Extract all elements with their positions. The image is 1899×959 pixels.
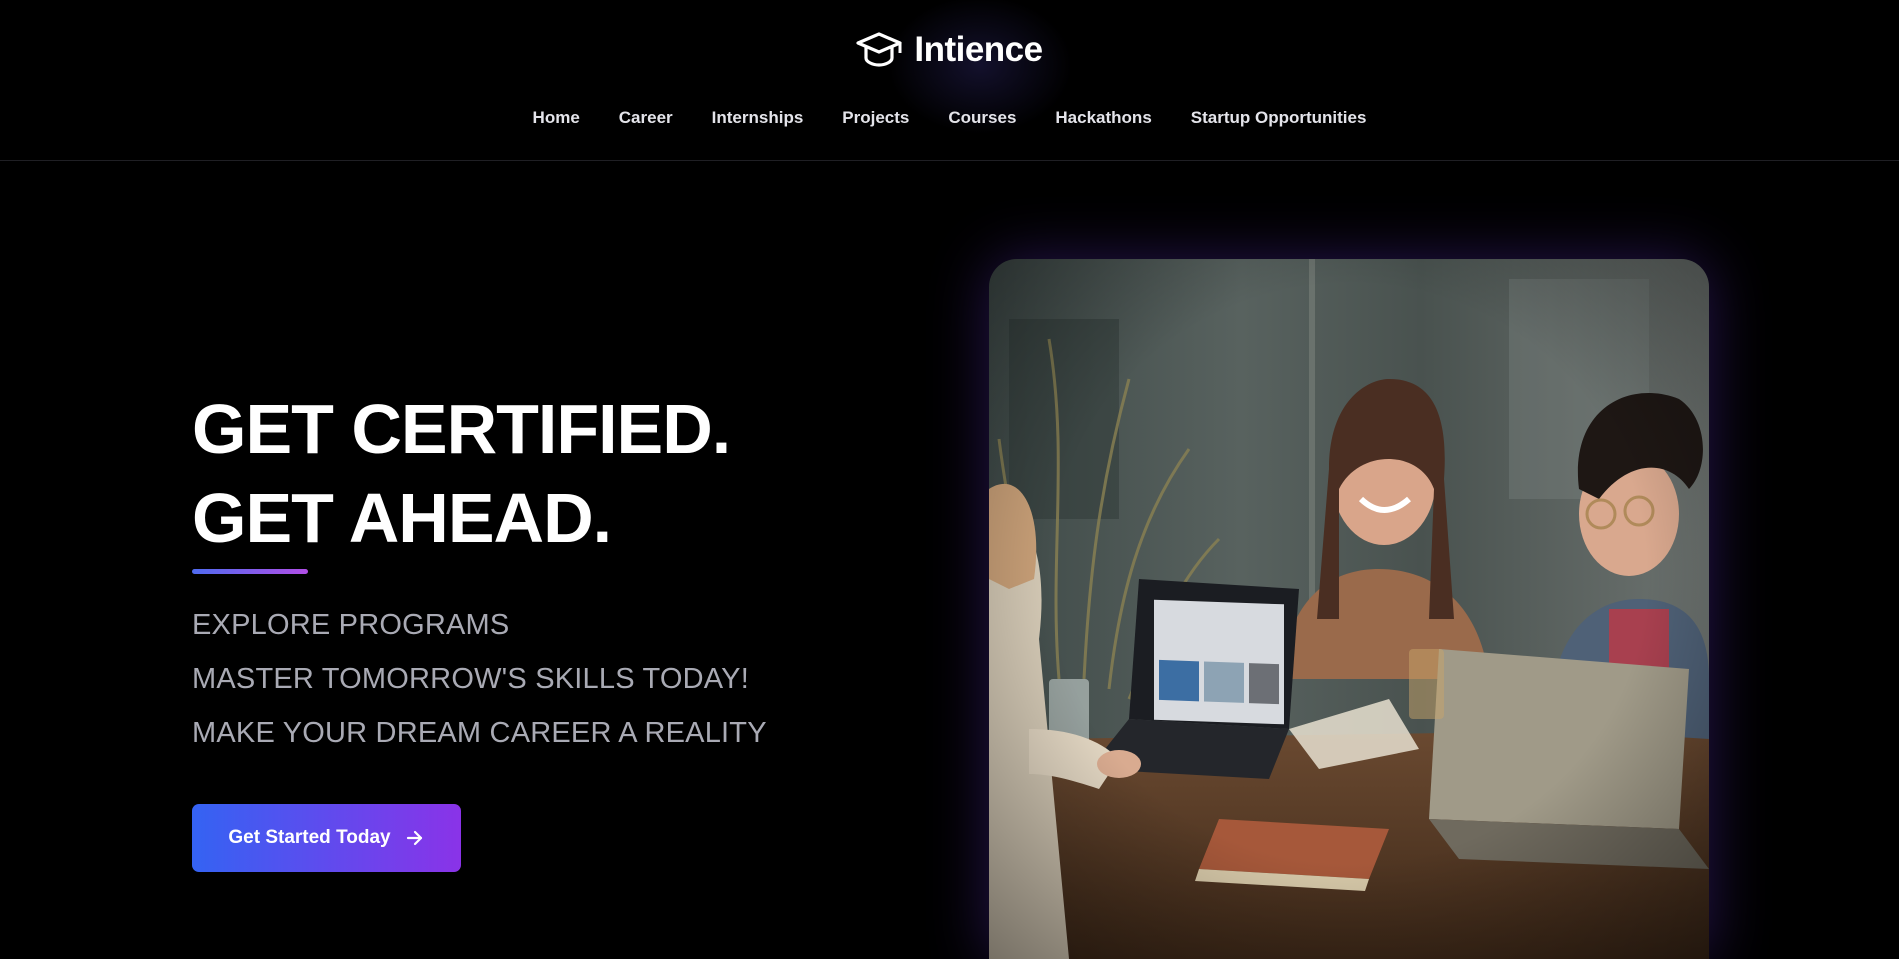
nav-item-projects[interactable]: Projects	[842, 108, 909, 128]
tagline-master-skills: MASTER TOMORROW'S SKILLS TODAY!	[192, 663, 749, 695]
accent-underline	[192, 569, 308, 574]
hero-image-illustration	[989, 259, 1709, 959]
hero-headline: GET CERTIFIED. GET AHEAD.	[192, 385, 832, 563]
nav-item-internships[interactable]: Internships	[712, 108, 804, 128]
nav-item-startup-opportunities[interactable]: Startup Opportunities	[1191, 108, 1367, 128]
hero-image	[989, 259, 1709, 959]
brand-name: Intience	[914, 30, 1043, 69]
brand-logo[interactable]: Intience	[0, 0, 1899, 140]
arrow-right-icon	[405, 828, 425, 848]
get-started-label: Get Started Today	[228, 827, 391, 848]
graduation-cap-icon	[856, 31, 902, 69]
main-nav: Home Career Internships Projects Courses…	[0, 108, 1899, 128]
get-started-button[interactable]: Get Started Today	[192, 804, 461, 872]
nav-item-home[interactable]: Home	[533, 108, 580, 128]
site-header: Intience Home Career Internships Project…	[0, 0, 1899, 161]
tagline-dream-career: MAKE YOUR DREAM CAREER A REALITY	[192, 717, 767, 749]
headline-line-2: GET AHEAD.	[192, 479, 612, 557]
headline-line-1: GET CERTIFIED.	[192, 390, 731, 468]
nav-item-career[interactable]: Career	[619, 108, 673, 128]
nav-item-courses[interactable]: Courses	[948, 108, 1016, 128]
hero-text: GET CERTIFIED. GET AHEAD. EXPLORE PROGRA…	[192, 385, 832, 760]
tagline-explore-programs: EXPLORE PROGRAMS	[192, 609, 510, 641]
tagline-list: EXPLORE PROGRAMS MASTER TOMORROW'S SKILL…	[192, 598, 832, 760]
nav-item-hackathons[interactable]: Hackathons	[1055, 108, 1151, 128]
